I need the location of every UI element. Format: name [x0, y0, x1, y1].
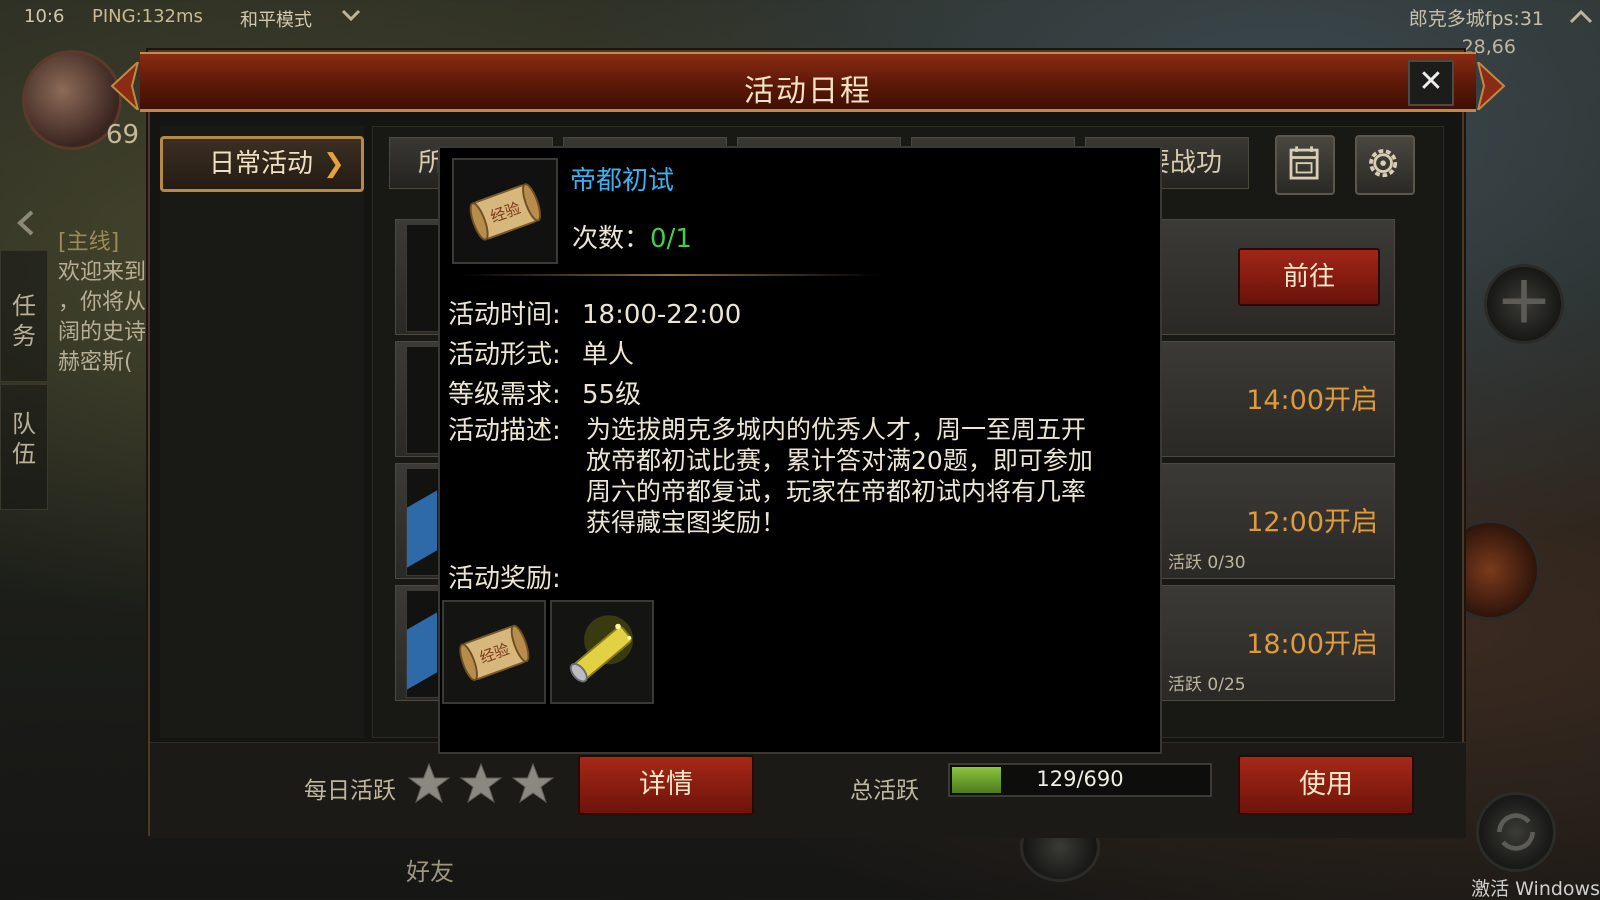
info-time: 活动时间: 18:00-22:00: [448, 294, 741, 331]
gear-icon: [1369, 149, 1398, 178]
info-level: 等级需求: 55级: [448, 374, 641, 411]
activity-detail-popup: 经验 帝都初试 次数：0/1 活动时间: 18:00-22:00 活动形式: 单人 …: [438, 146, 1162, 754]
use-button[interactable]: 使用: [1238, 755, 1414, 815]
total-active-label: 总活跃: [850, 778, 919, 804]
windows-activation-watermark: 激活 Windows: [1471, 878, 1600, 900]
total-active-progress: 129/690: [948, 763, 1212, 797]
chevron-down-icon[interactable]: [340, 4, 362, 26]
info-key: 等级需求:: [448, 380, 561, 410]
nav-daily-activities[interactable]: 日常活动 ❯: [160, 136, 364, 192]
desc-line: 获得藏宝图奖励！: [586, 508, 787, 537]
close-button[interactable]: ✕: [1408, 60, 1454, 106]
nav-daily-label: 日常活动: [209, 149, 314, 179]
side-tab-task-label: 任务: [12, 292, 36, 350]
star-icon: [459, 762, 503, 804]
refresh-button[interactable]: [1476, 792, 1556, 872]
category-nav: 日常活动 ❯: [160, 126, 364, 738]
limited-ribbon: [407, 612, 437, 690]
map-fps-readout: 郎克多城fps:31: [1408, 8, 1544, 30]
calendar-icon: [1289, 146, 1319, 180]
bottom-bar: 每日活跃 详情 总活跃 129/690 使用: [150, 742, 1466, 838]
open-time-label: 18:00开启: [1246, 629, 1378, 660]
attempts-label: 次数：: [572, 224, 651, 254]
info-value: 55级: [582, 380, 642, 410]
activity-title: 帝都初试: [570, 166, 675, 196]
quest-tag: [主线]: [58, 230, 120, 255]
exp-scroll-icon: 经验: [459, 624, 530, 682]
side-tab-task[interactable]: 任务: [0, 250, 48, 382]
chevron-up-icon[interactable]: [1568, 6, 1594, 28]
daily-active-label: 每日活跃: [304, 778, 396, 804]
quest-tracker[interactable]: [主线] 欢迎来到 ，你将从 阔的史诗 赫密斯(: [58, 228, 148, 378]
chevron-right-icon: ❯: [323, 149, 345, 179]
attempts-value: 0/1: [650, 224, 692, 254]
quest-line: 阔的史诗: [58, 320, 147, 345]
open-time-label: 12:00开启: [1246, 507, 1378, 538]
quest-line: ，你将从: [58, 290, 147, 315]
desc-line: 为选拔朗克多城内的优秀人才，周一至周五开: [586, 415, 1087, 444]
activity-points: 活跃 0/30: [1168, 553, 1246, 573]
player-level: 69: [106, 120, 140, 150]
friends-label[interactable]: 好友: [406, 852, 454, 887]
side-tab-team-label: 队伍: [12, 410, 36, 468]
info-form: 活动形式: 单人: [448, 334, 634, 371]
title-bar: 活动日程 ✕: [110, 52, 1506, 112]
reward-treasure-map[interactable]: [550, 600, 654, 704]
dialog-title: 活动日程: [744, 74, 872, 109]
open-time-label: 14:00开启: [1246, 385, 1378, 416]
info-value: 单人: [582, 340, 635, 370]
activity-icon-frame: 经验: [452, 158, 558, 264]
side-tab-team[interactable]: 队伍: [0, 384, 48, 510]
hud-top-bar: 10:6 PING:132ms 和平模式 郎克多城fps:31 28,66: [0, 0, 1600, 58]
star-icon: [407, 762, 451, 804]
info-key: 活动形式:: [448, 340, 561, 370]
divider: [460, 274, 880, 276]
reward-label: 活动奖励:: [448, 564, 561, 594]
progress-text: 129/690: [1036, 767, 1124, 791]
details-button[interactable]: 详情: [578, 755, 754, 815]
dpad-button[interactable]: [1484, 264, 1564, 344]
refresh-icon: [1497, 813, 1535, 851]
pk-mode-selector[interactable]: 和平模式: [240, 6, 312, 32]
calendar-button[interactable]: [1275, 135, 1335, 195]
treasure-map-scroll-icon: [569, 615, 634, 683]
desc-line: 放帝都初试比赛，累计答对满20题，即可参加: [586, 446, 1093, 475]
settings-button[interactable]: [1355, 135, 1415, 195]
hud-ping: PING:132ms: [92, 6, 203, 27]
title-ornament-right-icon: [1476, 62, 1506, 110]
info-key: 活动时间:: [448, 300, 561, 330]
quest-line: 赫密斯(: [58, 350, 133, 375]
info-desc-key: 活动描述:: [448, 416, 561, 446]
attempts: 次数：0/1: [572, 218, 692, 255]
activity-points: 活跃 0/25: [1168, 675, 1246, 695]
title-ornament-left-icon: [110, 62, 140, 110]
quest-line: 欢迎来到: [58, 260, 147, 285]
hud-time: 10:6: [24, 6, 65, 27]
chevron-left-icon[interactable]: [12, 208, 40, 238]
activity-description: 为选拔朗克多城内的优秀人才，周一至周五开 放帝都初试比赛，累计答对满20题，即可…: [586, 414, 1146, 538]
go-button[interactable]: 前往: [1238, 248, 1380, 306]
exp-scroll-icon: 经验: [469, 183, 542, 241]
desc-line: 周六的帝都复试，玩家在帝都初试内将有几率: [586, 477, 1087, 506]
move-icon: [1502, 279, 1546, 323]
info-value: 18:00-22:00: [582, 300, 742, 330]
star-icon: [511, 762, 555, 804]
limited-ribbon: [407, 490, 437, 568]
reward-exp-scroll[interactable]: 经验: [442, 600, 546, 704]
